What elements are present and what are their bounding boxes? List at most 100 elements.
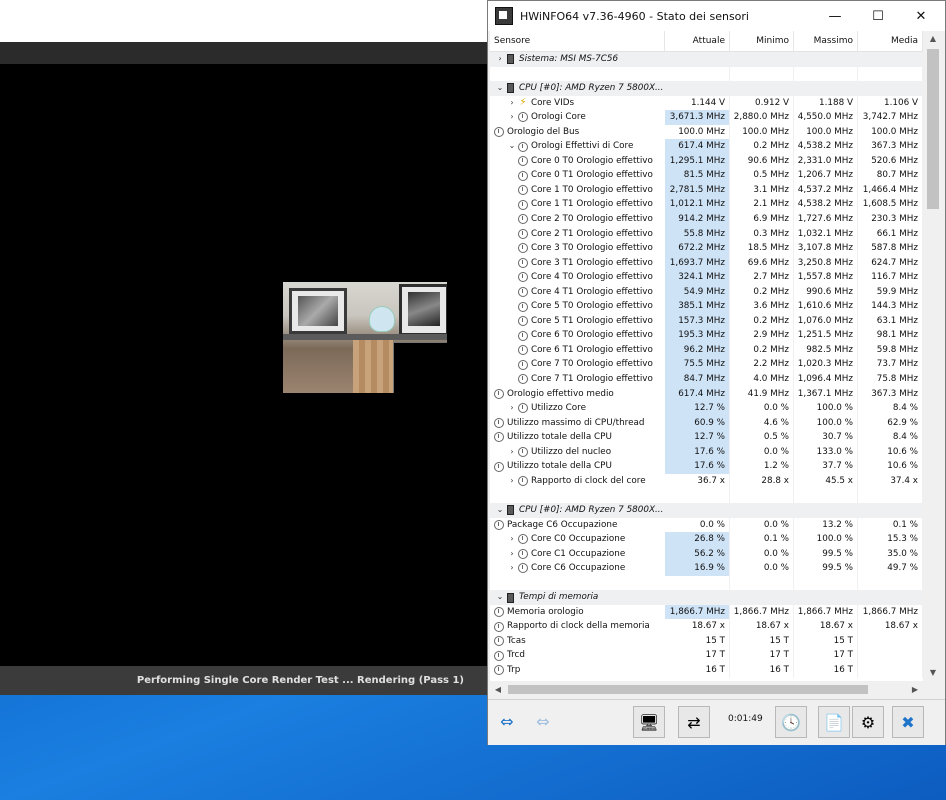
sensor-row[interactable]: › Utilizzo Core 12.7 % 0.0 % 100.0 % 8.4 % [490, 401, 923, 416]
sensor-row[interactable]: › Core C1 Occupazione 56.2 % 0.0 % 99.5 % 35.… [490, 546, 923, 562]
sensor-row[interactable]: Utilizzo totale della CPU 17.6 % 1.2 % 37.7… [490, 459, 923, 474]
sensor-row[interactable]: Core 2 T0 Orologio effettivo 914.2 MHz 6.9… [490, 212, 923, 227]
expand-columns-icon[interactable]: ⇔ [492, 708, 522, 734]
sensor-row[interactable]: Trp 16 T 16 T 16 T [490, 662, 923, 678]
sensor-row[interactable]: Core 5 T0 Orologio effettivo 385.1 MHz 3.6… [490, 299, 923, 314]
sensor-clock-icon [518, 287, 528, 298]
sensor-clock-icon [518, 301, 528, 312]
sensor-group-row[interactable]: ⌄ CPU [#0]: AMD Ryzen 7 5800X... [490, 502, 923, 518]
sensor-row[interactable]: Core 6 T1 Orologio effettivo 96.2 MHz 0.2 … [490, 342, 923, 358]
scroll-up-arrow-icon[interactable]: ▲ [923, 31, 943, 47]
value-max: 45.5 x [794, 473, 858, 489]
sensor-name-cell: Core 7 T1 Orologio effettivo [490, 372, 665, 387]
sensor-row[interactable]: › Orologi Core 3,671.3 MHz 2,880.0 MHz 4,550… [490, 110, 923, 125]
sensor-name-cell: › Orologi Core [490, 110, 665, 125]
sensor-row[interactable]: ⌄ Orologi Effettivi di Core 617.4 MHz 0.2 M… [490, 139, 923, 154]
sensor-name-cell: ⌄ CPU [#0]: AMD Ryzen 7 5800X... [490, 81, 665, 96]
expand-chevron-icon[interactable]: › [494, 52, 506, 67]
sensor-name-cell: Orologio effettivo medio [490, 387, 665, 402]
expand-chevron-icon[interactable]: › [506, 445, 518, 460]
sensor-row[interactable]: Orologio effettivo medio 617.4 MHz 41.9 MH… [490, 386, 923, 402]
column-header-minimo[interactable]: Minimo [730, 31, 794, 51]
sensor-row[interactable]: Core 3 T1 Orologio effettivo 1,693.7 MHz 6… [490, 255, 923, 271]
collapse-chevron-icon[interactable]: ⌄ [494, 590, 506, 605]
sensor-group-row[interactable]: ⌄ CPU [#0]: AMD Ryzen 7 5800X... [490, 81, 923, 96]
sensor-row[interactable]: Core 0 T1 Orologio effettivo 81.5 MHz 0.5 … [490, 168, 923, 183]
sensor-row[interactable]: › Core C6 Occupazione 16.9 % 0.0 % 99.5 % 49.… [490, 561, 923, 576]
sensor-row[interactable]: Package C6 Occupazione 0.0 % 0.0 % 13.2 % 0.… [490, 517, 923, 533]
scroll-right-arrow-icon[interactable]: ▶ [907, 681, 923, 698]
expand-chevron-icon[interactable]: › [506, 401, 518, 416]
expand-chevron-icon[interactable]: › [506, 561, 518, 576]
sensor-row[interactable]: Core 6 T0 Orologio effettivo 195.3 MHz 2.9… [490, 328, 923, 343]
clock-reset-icon[interactable]: 🕓 [775, 706, 807, 738]
collapse-chevron-icon[interactable]: ⌄ [494, 503, 506, 518]
sensor-row[interactable]: Core 4 T1 Orologio effettivo 54.9 MHz 0.2 … [490, 284, 923, 300]
value-max: 4,538.2 MHz [794, 139, 858, 154]
sensor-row[interactable]: › ⚡ Core VIDs 1.144 V 0.912 V 1.188 V 1.106 V [490, 95, 923, 111]
column-header-massimo[interactable]: Massimo [794, 31, 858, 51]
sensor-label: Trcd [507, 650, 525, 661]
sensor-row[interactable]: Utilizzo totale della CPU 12.7 % 0.5 % 30.7… [490, 430, 923, 445]
sensor-row[interactable]: Memoria orologio 1,866.7 MHz 1,866.7 MHz 1,… [490, 604, 923, 620]
sensor-name-cell: ⌄ Orologi Effettivi di Core [490, 139, 665, 154]
settings-gear-icon[interactable]: ⚙ [852, 706, 884, 738]
render-window-topbar [0, 0, 492, 43]
column-header-attuale[interactable]: Attuale [665, 31, 730, 51]
expand-chevron-icon[interactable]: › [506, 532, 518, 547]
log-add-icon[interactable]: 📄 [818, 706, 850, 738]
sensor-row[interactable]: Rapporto di clock della memoria 18.67 x 18… [490, 619, 923, 634]
sensor-name-cell: ⌄ Tempi di memoria [490, 590, 665, 605]
scroll-down-arrow-icon[interactable]: ▼ [923, 665, 943, 681]
expand-chevron-icon[interactable]: › [506, 110, 518, 125]
sensor-row[interactable]: Core 5 T1 Orologio effettivo 157.3 MHz 0.2… [490, 313, 923, 329]
expand-chevron-icon[interactable]: › [506, 96, 518, 111]
collapse-chevron-icon[interactable]: ⌄ [494, 81, 506, 96]
sensor-row[interactable]: Core 7 T0 Orologio effettivo 75.5 MHz 2.2 … [490, 357, 923, 373]
sensor-name-cell: Core 1 T1 Orologio effettivo [490, 197, 665, 212]
value-avg [858, 66, 923, 82]
close-window-button[interactable]: ✕ [901, 1, 941, 31]
collapse-columns-icon[interactable]: ⇔ [528, 708, 558, 734]
value-avg: 59.8 MHz [858, 342, 923, 358]
sensor-row[interactable]: Core 0 T0 Orologio effettivo 1,295.1 MHz 9… [490, 153, 923, 169]
sensor-row[interactable]: Core 3 T0 Orologio effettivo 672.2 MHz 18.… [490, 241, 923, 256]
title-bar[interactable]: HWiNFO64 v7.36-4960 - Stato dei sensori … [488, 1, 945, 31]
value-current: 18.67 x [665, 619, 730, 634]
sensor-row[interactable]: Core 1 T0 Orologio effettivo 2,781.5 MHz 3… [490, 182, 923, 198]
sensor-row[interactable]: Core 4 T0 Orologio effettivo 324.1 MHz 2.7… [490, 270, 923, 285]
sensor-row[interactable]: Tcas 15 T 15 T 15 T [490, 633, 923, 649]
column-header-sensore[interactable]: Sensore [490, 31, 665, 51]
vertical-scrollbar[interactable]: ▲ ▼ [923, 31, 943, 681]
column-header-media[interactable]: Media [858, 31, 923, 51]
minimize-button[interactable]: — [815, 1, 855, 31]
value-current: 84.7 MHz [665, 372, 730, 387]
sensor-row[interactable]: Core 1 T1 Orologio effettivo 1,012.1 MHz 2… [490, 197, 923, 213]
collapse-chevron-icon[interactable]: ⌄ [506, 139, 518, 154]
value-current: 16.9 % [665, 561, 730, 576]
value-min: 0.0 % [730, 561, 794, 576]
sensor-row[interactable]: › Utilizzo del nucleo 17.6 % 0.0 % 133.0 % 10… [490, 444, 923, 460]
scroll-left-arrow-icon[interactable]: ◀ [490, 681, 506, 698]
sensor-group-row[interactable]: ⌄ Tempi di memoria [490, 590, 923, 605]
sensor-row[interactable]: Utilizzo massimo di CPU/thread 60.9 % 4.6 … [490, 415, 923, 431]
value-max [794, 590, 858, 605]
horizontal-scroll-thumb[interactable] [508, 685, 868, 694]
sensor-row[interactable]: › Rapporto di clock del core 36.7 x 28.8 x4… [490, 473, 923, 489]
sensor-group-row[interactable]: › Sistema: MSI MS-7C56 [490, 52, 923, 67]
expand-chevron-icon[interactable]: › [506, 474, 518, 489]
close-sensors-icon[interactable]: ✖ [892, 706, 924, 738]
sensor-row[interactable]: Core 7 T1 Orologio effettivo 84.7 MHz 4.0 … [490, 372, 923, 387]
value-min: 0.2 MHz [730, 139, 794, 154]
sensor-row[interactable]: Core 2 T1 Orologio effettivo 55.8 MHz 0.3 … [490, 226, 923, 242]
expand-chevron-icon[interactable]: › [506, 547, 518, 562]
horizontal-scrollbar[interactable]: ◀ ▶ [490, 681, 923, 698]
sensor-row[interactable]: › Core C0 Occupazione 26.8 % 0.1 % 100.0 % 15… [490, 532, 923, 547]
sensor-clock-icon [518, 141, 528, 152]
sensor-row[interactable]: Trcd 17 T 17 T 17 T [490, 648, 923, 663]
maximize-button[interactable]: ☐ [858, 1, 898, 31]
network-icon[interactable]: ⇄ [678, 706, 710, 738]
sensor-row[interactable]: Orologio del Bus 100.0 MHz 100.0 MHz 100.0 … [490, 124, 923, 140]
vertical-scroll-thumb[interactable] [927, 49, 939, 209]
report-monitor-icon[interactable]: 🖥 [633, 706, 665, 738]
